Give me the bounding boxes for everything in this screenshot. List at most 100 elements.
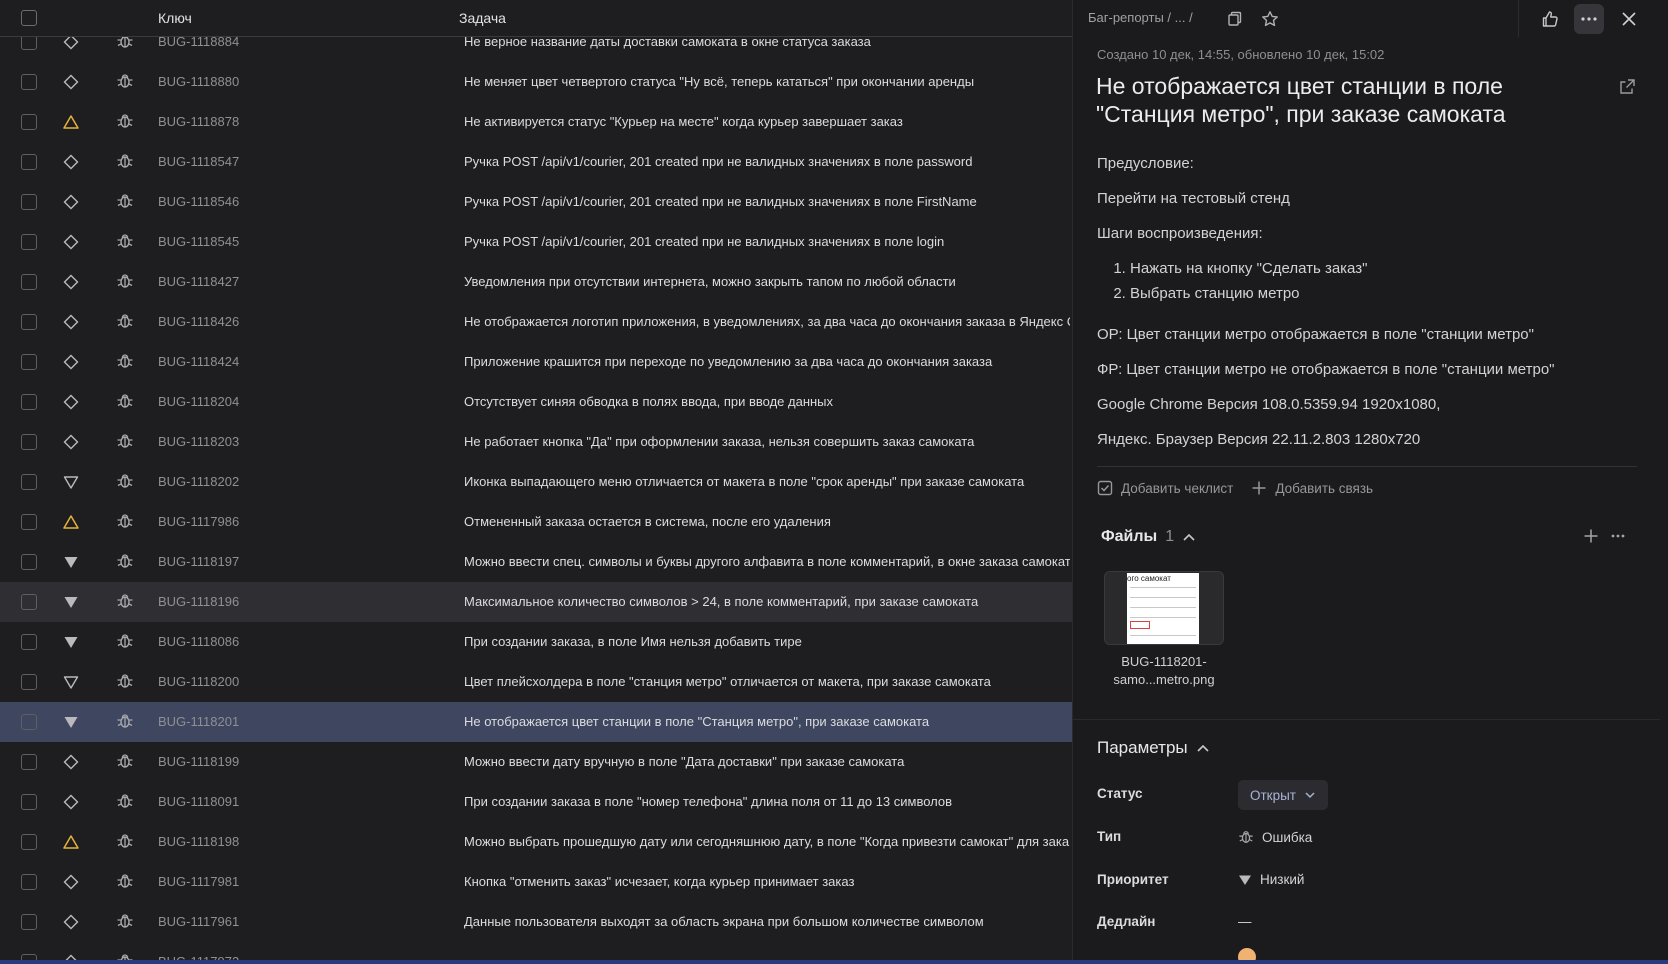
issue-title-cell[interactable]: Цвет плейсхолдера в поле "станция метро"…: [464, 674, 1070, 689]
issue-key[interactable]: BUG-1118546: [158, 194, 239, 209]
table-row[interactable]: BUG-1117986 Отмененный заказа остается в …: [0, 502, 1072, 542]
table-row[interactable]: BUG-1117961 Данные пользователя выходят з…: [0, 902, 1072, 942]
issue-title-cell[interactable]: Можно ввести спец. символы и буквы друго…: [464, 554, 1070, 569]
table-row[interactable]: BUG-1118091 При создании заказа в поле "н…: [0, 782, 1072, 822]
issue-key[interactable]: BUG-1118201: [158, 714, 239, 729]
row-checkbox[interactable]: [21, 674, 37, 690]
issue-title-cell[interactable]: Иконка выпадающего меню отличается от ма…: [464, 474, 1070, 489]
table-row[interactable]: BUG-1118546 Ручка POST /api/v1/courier, 2…: [0, 182, 1072, 222]
file-thumbnail[interactable]: ого самокат: [1104, 571, 1224, 645]
select-all-checkbox[interactable]: [21, 10, 37, 26]
row-checkbox[interactable]: [21, 434, 37, 450]
add-file-icon[interactable]: [1583, 528, 1599, 544]
issue-title[interactable]: Не отображается цвет станции в поле "Ста…: [1096, 72, 1596, 128]
table-row[interactable]: BUG-1118880 Не меняет цвет четвертого ста…: [0, 62, 1072, 102]
star-icon[interactable]: [1258, 7, 1282, 31]
row-checkbox[interactable]: [21, 194, 37, 210]
file-name[interactable]: BUG-1118201- samo...metro.png: [1104, 653, 1224, 689]
issue-title-cell[interactable]: Можно выбрать прошедшую дату или сегодня…: [464, 834, 1070, 849]
table-row[interactable]: BUG-1118201 Не отображается цвет станции …: [0, 702, 1072, 742]
table-row[interactable]: BUG-1118426 Не отображается логотип прило…: [0, 302, 1072, 342]
table-row[interactable]: BUG-1118197 Можно ввести спец. символы и …: [0, 542, 1072, 582]
deadline-value[interactable]: —: [1238, 914, 1252, 929]
table-row[interactable]: BUG-1118202 Иконка выпадающего меню отлич…: [0, 462, 1072, 502]
table-row[interactable]: BUG-1118196 Максимальное количество симво…: [0, 582, 1072, 622]
params-section-toggle[interactable]: Параметры: [1097, 738, 1210, 758]
issue-key[interactable]: BUG-1118196: [158, 594, 239, 609]
issue-key[interactable]: BUG-1118545: [158, 234, 239, 249]
issue-key[interactable]: BUG-1118427: [158, 274, 239, 289]
issue-key[interactable]: BUG-1118200: [158, 674, 239, 689]
thumbs-up-icon[interactable]: [1535, 4, 1565, 34]
issue-key[interactable]: BUG-1118202: [158, 474, 239, 489]
issue-title-cell[interactable]: Уведомления при отсутствии интернета, мо…: [464, 274, 1070, 289]
issue-key[interactable]: BUG-1118426: [158, 314, 239, 329]
table-row[interactable]: BUG-1117981 Кнопка "отменить заказ" исчез…: [0, 862, 1072, 902]
copy-icon[interactable]: [1223, 7, 1247, 31]
row-checkbox[interactable]: [21, 554, 37, 570]
issue-key[interactable]: BUG-1118198: [158, 834, 239, 849]
issue-title-cell[interactable]: Не меняет цвет четвертого статуса "Ну вс…: [464, 74, 1070, 89]
open-in-new-tab-icon[interactable]: [1619, 78, 1636, 98]
issue-title-cell[interactable]: При создании заказа в поле "номер телефо…: [464, 794, 1070, 809]
row-checkbox[interactable]: [21, 114, 37, 130]
issue-key[interactable]: BUG-1118086: [158, 634, 239, 649]
row-checkbox[interactable]: [21, 634, 37, 650]
issue-key[interactable]: BUG-1118204: [158, 394, 239, 409]
column-header-key[interactable]: Ключ: [158, 10, 192, 26]
issue-title-cell[interactable]: Не отображается логотип приложения, в ув…: [464, 314, 1070, 329]
column-header-task[interactable]: Задача: [459, 10, 506, 26]
issue-title-cell[interactable]: Ручка POST /api/v1/courier, 201 created …: [464, 234, 1070, 249]
issue-title-cell[interactable]: Отсутствует синяя обводка в полях ввода,…: [464, 394, 1070, 409]
issue-title-cell[interactable]: Данные пользователя выходят за область э…: [464, 914, 1070, 929]
issue-key[interactable]: BUG-1118424: [158, 354, 239, 369]
row-checkbox[interactable]: [21, 474, 37, 490]
table-row[interactable]: BUG-1118200 Цвет плейсхолдера в поле "ста…: [0, 662, 1072, 702]
issue-key[interactable]: BUG-1118547: [158, 154, 239, 169]
issue-title-cell[interactable]: При создании заказа, в поле Имя нельзя д…: [464, 634, 1070, 649]
issue-key[interactable]: BUG-1118197: [158, 554, 239, 569]
issue-title-cell[interactable]: Не отображается цвет станции в поле "Ста…: [464, 714, 1070, 729]
issue-key[interactable]: BUG-1118199: [158, 754, 239, 769]
table-row[interactable]: BUG-1118203 Не работает кнопка "Да" при о…: [0, 422, 1072, 462]
issue-title-cell[interactable]: Не активируется статус "Курьер на месте"…: [464, 114, 1070, 129]
issue-key[interactable]: BUG-1117981: [158, 874, 239, 889]
table-row[interactable]: BUG-1118199 Можно ввести дату вручную в п…: [0, 742, 1072, 782]
files-more-icon[interactable]: [1611, 534, 1625, 538]
type-value[interactable]: Ошибка: [1238, 829, 1312, 845]
row-checkbox[interactable]: [21, 234, 37, 250]
issue-title-cell[interactable]: Приложение крашится при переходе по увед…: [464, 354, 1070, 369]
row-checkbox[interactable]: [21, 314, 37, 330]
table-row[interactable]: BUG-1118086 При создании заказа, в поле И…: [0, 622, 1072, 662]
row-checkbox[interactable]: [21, 594, 37, 610]
row-checkbox[interactable]: [21, 754, 37, 770]
issue-key[interactable]: BUG-1118091: [158, 794, 239, 809]
row-checkbox[interactable]: [21, 834, 37, 850]
table-row[interactable]: BUG-1118427 Уведомления при отсутствии ин…: [0, 262, 1072, 302]
issue-title-cell[interactable]: Ручка POST /api/v1/courier, 201 created …: [464, 154, 1070, 169]
add-link-button[interactable]: Добавить связь: [1251, 480, 1373, 496]
row-checkbox[interactable]: [21, 874, 37, 890]
table-row[interactable]: BUG-1118198 Можно выбрать прошедшую дату …: [0, 822, 1072, 862]
issue-key[interactable]: BUG-1118878: [158, 114, 239, 129]
table-row[interactable]: BUG-1118547 Ручка POST /api/v1/courier, 2…: [0, 142, 1072, 182]
table-row[interactable]: BUG-1118545 Ручка POST /api/v1/courier, 2…: [0, 222, 1072, 262]
row-checkbox[interactable]: [21, 794, 37, 810]
more-menu-button[interactable]: [1574, 4, 1604, 34]
table-row[interactable]: BUG-1118878 Не активируется статус "Курье…: [0, 102, 1072, 142]
issue-key[interactable]: BUG-1118203: [158, 434, 239, 449]
issue-title-cell[interactable]: Отмененный заказа остается в система, по…: [464, 514, 1070, 529]
files-section-toggle[interactable]: Файлы 1: [1101, 528, 1196, 546]
row-checkbox[interactable]: [21, 394, 37, 410]
issue-title-cell[interactable]: Не работает кнопка "Да" при оформлении з…: [464, 434, 1070, 449]
row-checkbox[interactable]: [21, 714, 37, 730]
close-icon[interactable]: [1614, 4, 1644, 34]
add-checklist-button[interactable]: Добавить чеклист: [1097, 480, 1233, 496]
issue-title-cell[interactable]: Максимальное количество символов > 24, в…: [464, 594, 1070, 609]
row-checkbox[interactable]: [21, 74, 37, 90]
row-checkbox[interactable]: [21, 514, 37, 530]
issue-title-cell[interactable]: Ручка POST /api/v1/courier, 201 created …: [464, 194, 1070, 209]
breadcrumb[interactable]: Баг-репорты / ... /: [1088, 10, 1193, 25]
row-checkbox[interactable]: [21, 354, 37, 370]
table-row[interactable]: BUG-1118204 Отсутствует синяя обводка в п…: [0, 382, 1072, 422]
